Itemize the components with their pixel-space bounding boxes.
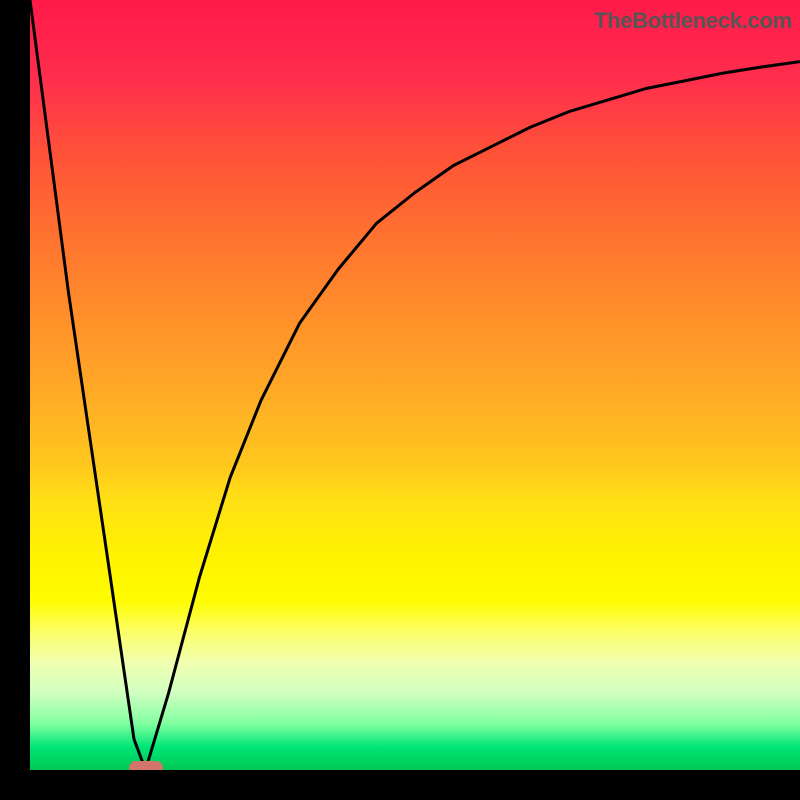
axis-left-space bbox=[0, 0, 30, 800]
watermark-text: TheBottleneck.com bbox=[594, 8, 792, 34]
axis-bottom-space bbox=[0, 770, 800, 800]
chart-plot-area bbox=[30, 0, 800, 770]
chart-curve bbox=[30, 0, 800, 770]
